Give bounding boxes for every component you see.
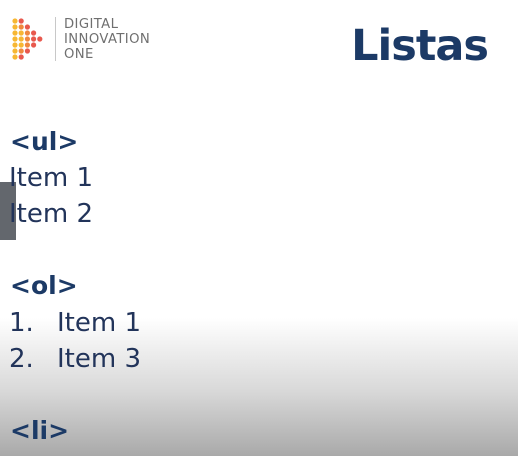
logo-dot xyxy=(18,54,24,60)
digital-innovation-one-logo: DIGITAL INNOVATION ONE xyxy=(10,14,150,64)
logo-dot xyxy=(12,18,18,24)
ol-tag-heading: <ol> xyxy=(10,271,78,300)
logo-dot xyxy=(18,42,24,48)
ol-list-number-1: 1. xyxy=(9,308,34,338)
logo-dot xyxy=(24,36,30,42)
logo-dot xyxy=(24,42,30,48)
logo-divider xyxy=(55,17,56,61)
logo-text-line-2: INNOVATION xyxy=(64,31,151,47)
ol-list-item-2: Item 3 xyxy=(57,344,141,374)
logo-dot xyxy=(18,30,24,36)
logo-text-line-1: DIGITAL xyxy=(64,16,119,32)
ul-list-item-1: Item 1 xyxy=(9,163,93,193)
ul-list-item-2: Item 2 xyxy=(9,199,93,229)
ol-list-number-2: 2. xyxy=(9,344,34,374)
logo-dot xyxy=(12,48,18,54)
logo-dot xyxy=(31,42,37,48)
logo-dot xyxy=(12,54,18,60)
ol-list-item-1: Item 1 xyxy=(57,308,141,338)
ul-tag-heading: <ul> xyxy=(10,127,79,156)
logo-dot xyxy=(12,30,18,36)
logo-dot xyxy=(12,42,18,48)
logo-dot xyxy=(24,48,30,54)
logo-text-line-3: ONE xyxy=(64,46,94,62)
logo-dot xyxy=(31,30,37,36)
logo-dot xyxy=(37,36,43,42)
logo-dot xyxy=(18,36,24,42)
logo-dot xyxy=(18,18,24,24)
logo-dot xyxy=(12,24,18,30)
logo-dot xyxy=(12,36,18,42)
logo-dot xyxy=(18,24,24,30)
logo-dot xyxy=(24,30,30,36)
li-tag-heading: <li> xyxy=(10,416,70,445)
logo-dot xyxy=(31,36,37,42)
page-title: Listas xyxy=(351,21,489,71)
logo-text: DIGITAL INNOVATION ONE xyxy=(64,17,150,62)
logo-dot xyxy=(18,48,24,54)
logo-dot xyxy=(24,24,30,30)
dot-triangle-logo-icon xyxy=(12,18,43,60)
